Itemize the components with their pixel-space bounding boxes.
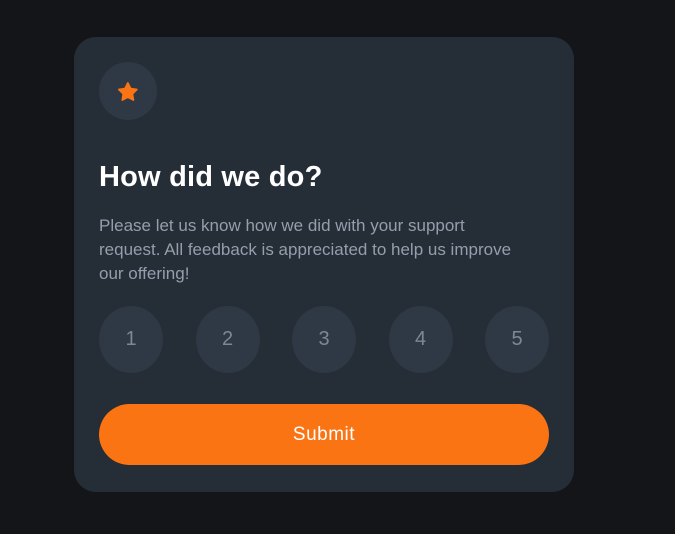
submit-button[interactable]: Submit — [99, 404, 549, 465]
rating-options: 1 2 3 4 5 — [99, 306, 549, 373]
card-title: How did we do? — [99, 161, 323, 193]
rating-button-2[interactable]: 2 — [195, 306, 260, 373]
star-icon — [118, 81, 138, 101]
star-badge — [99, 62, 157, 120]
card-description: Please let us know how we did with your … — [99, 216, 512, 283]
rating-button-4[interactable]: 4 — [388, 306, 453, 373]
rating-button-3[interactable]: 3 — [292, 306, 356, 373]
rating-button-5[interactable]: 5 — [485, 306, 549, 373]
rating-button-1[interactable]: 1 — [99, 306, 163, 373]
rating-card: How did we do? Please let us know how we… — [74, 37, 574, 492]
